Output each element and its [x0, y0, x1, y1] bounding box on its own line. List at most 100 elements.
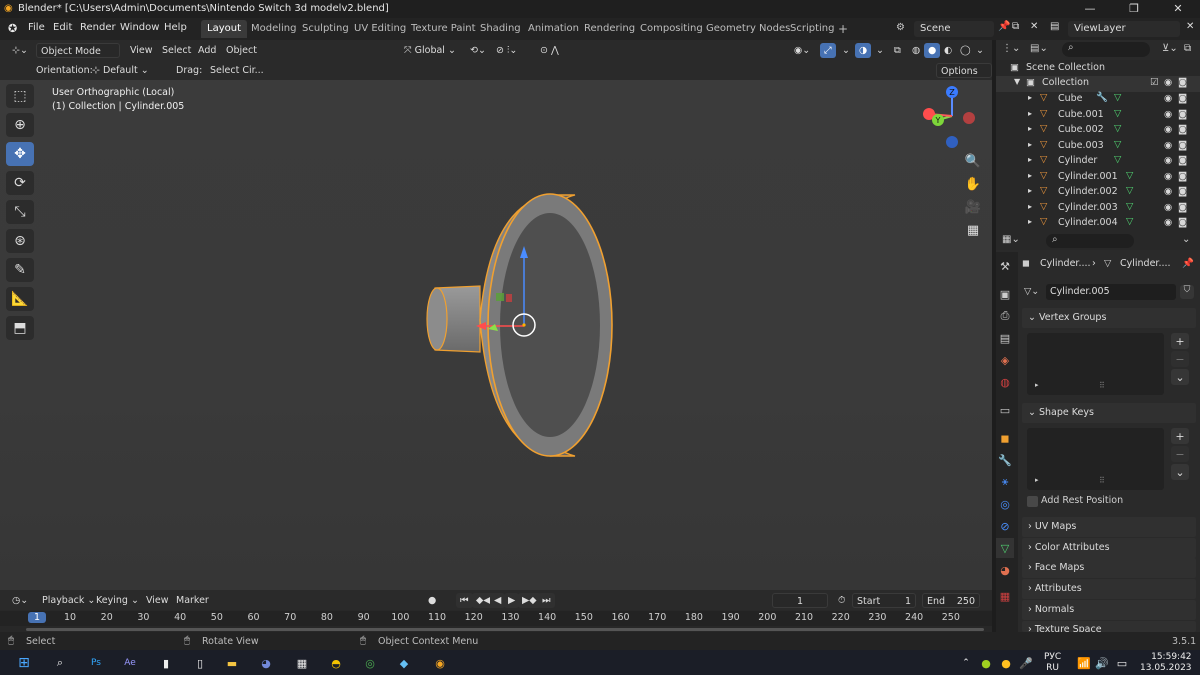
- search-icon[interactable]: ⌕: [50, 653, 70, 673]
- outliner-row-object[interactable]: ▸ ▽ Cube 🔧 ▽ ◉ ◙: [996, 92, 1200, 108]
- normals-panel-header[interactable]: › Normals: [1022, 600, 1196, 620]
- collection-tab-icon[interactable]: ▭: [996, 400, 1014, 420]
- vertex-group-menu-icon[interactable]: ⌄: [1171, 369, 1189, 385]
- render-icon[interactable]: ◙: [1178, 109, 1187, 120]
- wifi-icon[interactable]: 📶: [1074, 653, 1094, 673]
- orientation-selector[interactable]: ⊹ Default ⌄: [88, 63, 162, 78]
- expand-icon[interactable]: ▼: [1014, 77, 1020, 86]
- battery-icon[interactable]: ▭: [1112, 653, 1132, 673]
- pin-icon[interactable]: 📌: [998, 21, 1010, 32]
- visibility-icon[interactable]: ◉: [1164, 186, 1172, 197]
- outliner-row-scene-collection[interactable]: ▣ Scene Collection: [996, 61, 1200, 77]
- language-indicator[interactable]: РУС RU: [1044, 652, 1061, 674]
- render-icon[interactable]: ◙: [1178, 124, 1187, 135]
- outliner-editor-icon[interactable]: ⋮⌄: [1002, 43, 1020, 54]
- visibility-icon[interactable]: ◉: [1164, 171, 1172, 182]
- cpu-icon[interactable]: ▦: [292, 653, 312, 673]
- transform-tool-icon[interactable]: ⊛: [6, 229, 34, 253]
- after-effects-icon[interactable]: Ae: [120, 653, 140, 673]
- outliner-row-object[interactable]: ▸ ▽ Cylinder.004 ▽ ◉ ◙: [996, 216, 1200, 232]
- timeline-scrollbar[interactable]: [26, 628, 984, 631]
- modifier-tab-icon[interactable]: 🔧: [996, 450, 1014, 470]
- expand-icon[interactable]: ▸: [1028, 186, 1032, 195]
- photoshop-icon[interactable]: Ps: [86, 653, 106, 673]
- ortho-toggle-icon[interactable]: ▦: [962, 219, 984, 241]
- outliner-row-object[interactable]: ▸ ▽ Cylinder.003 ▽ ◉ ◙: [996, 201, 1200, 217]
- snap-icon[interactable]: ⊘ ⫶⌄: [492, 43, 521, 58]
- new-collection-icon[interactable]: ⧉: [1184, 43, 1191, 54]
- xray-icon[interactable]: ⧉: [890, 43, 905, 58]
- tray-app-icon[interactable]: ●: [976, 653, 996, 673]
- record-icon[interactable]: ●: [424, 593, 440, 608]
- object-tab-icon[interactable]: ◼: [996, 428, 1014, 448]
- maximize-button[interactable]: ❐: [1112, 0, 1156, 18]
- material-tab-icon[interactable]: ◕: [996, 560, 1014, 580]
- shape-keys-panel-header[interactable]: ⌄ Shape Keys: [1022, 403, 1196, 423]
- steam-icon[interactable]: ◆: [394, 653, 414, 673]
- outliner-row-object[interactable]: ▸ ▽ Cylinder.001 ▽ ◉ ◙: [996, 170, 1200, 186]
- add-cube-tool-icon[interactable]: ⬒: [6, 316, 34, 340]
- view-layer-tab-icon[interactable]: ▤: [996, 328, 1014, 348]
- gizmo-dropdown-icon[interactable]: ⌄: [838, 43, 854, 58]
- tab-animation[interactable]: Animation: [522, 20, 585, 38]
- close-button[interactable]: ✕: [1156, 0, 1200, 18]
- timeline-editor-icon[interactable]: ◷⌄: [8, 593, 32, 608]
- current-frame-field[interactable]: 1: [772, 593, 828, 608]
- cylinder-object[interactable]: [400, 180, 640, 480]
- physics-tab-icon[interactable]: ◎: [996, 494, 1014, 514]
- visibility-icon[interactable]: ◉: [1164, 93, 1172, 104]
- tray-app2-icon[interactable]: ●: [996, 653, 1016, 673]
- jump-end-icon[interactable]: ⏭: [538, 593, 555, 608]
- texture-space-panel-header[interactable]: › Texture Space: [1022, 621, 1196, 632]
- zoom-icon[interactable]: 🔍: [962, 150, 984, 172]
- windows-start-icon[interactable]: ⊞: [14, 653, 34, 673]
- minimize-button[interactable]: —: [1068, 0, 1112, 18]
- visibility-icon[interactable]: ◉: [1164, 155, 1172, 166]
- menu-render[interactable]: Render: [80, 22, 116, 33]
- filter-icon[interactable]: ⊻⌄: [1162, 43, 1178, 54]
- overlay-dropdown-icon[interactable]: ⌄: [872, 43, 888, 58]
- list-resize-handle[interactable]: ⠿: [1099, 381, 1105, 390]
- chrome-icon[interactable]: ◎: [360, 653, 380, 673]
- display-mode-icon[interactable]: ▤⌄: [1030, 43, 1048, 54]
- properties-editor-icon[interactable]: ▦⌄: [1002, 234, 1020, 245]
- solid-shading-icon[interactable]: ●: [924, 43, 941, 58]
- expand-icon[interactable]: ▸: [1028, 217, 1032, 226]
- uv-maps-panel-header[interactable]: › UV Maps: [1022, 517, 1196, 537]
- pan-icon[interactable]: ✋: [962, 173, 984, 195]
- menu-object[interactable]: Object: [222, 43, 261, 58]
- face-maps-panel-header[interactable]: › Face Maps: [1022, 558, 1196, 578]
- clock[interactable]: 15:59:42 13.05.2023: [1140, 652, 1192, 674]
- navigation-gizmo[interactable]: Z Y: [920, 84, 986, 150]
- menu-timeline-view[interactable]: View: [142, 593, 173, 608]
- properties-options-icon[interactable]: ⌄: [1182, 234, 1190, 245]
- mode-selector[interactable]: Object Mode: [36, 43, 120, 58]
- tab-compositing[interactable]: Compositing: [634, 20, 709, 38]
- material-shading-icon[interactable]: ◐: [940, 43, 956, 58]
- menu-help[interactable]: Help: [164, 22, 187, 33]
- document-icon[interactable]: ▯: [190, 653, 210, 673]
- stopwatch-icon[interactable]: ⏱: [834, 593, 849, 608]
- properties-search[interactable]: ⌕: [1046, 234, 1134, 248]
- menu-playback[interactable]: Playback ⌄: [38, 593, 99, 608]
- menu-edit[interactable]: Edit: [53, 22, 72, 33]
- visibility-icon[interactable]: ◉: [1164, 140, 1172, 151]
- attributes-panel-header[interactable]: › Attributes: [1022, 579, 1196, 599]
- expand-icon[interactable]: ▸: [1028, 93, 1032, 102]
- render-tab-icon[interactable]: ▣: [996, 284, 1014, 304]
- outliner-row-object[interactable]: ▸ ▽ Cylinder.002 ▽ ◉ ◙: [996, 185, 1200, 201]
- outliner-row-object[interactable]: ▸ ▽ Cube.001 ▽ ◉ ◙: [996, 108, 1200, 124]
- menu-marker[interactable]: Marker: [172, 593, 213, 608]
- scene-tab-icon[interactable]: ◈: [996, 350, 1014, 370]
- tab-rendering[interactable]: Rendering: [578, 20, 641, 38]
- expand-icon[interactable]: ▸: [1028, 155, 1032, 164]
- overlay-toggle-icon[interactable]: ◑: [855, 43, 872, 58]
- remove-shape-key-button[interactable]: −: [1171, 446, 1189, 462]
- menu-view[interactable]: View: [126, 43, 157, 58]
- tab-layout[interactable]: Layout: [201, 20, 247, 38]
- app-icon[interactable]: ◓: [326, 653, 346, 673]
- end-frame-field[interactable]: End 250: [922, 593, 980, 608]
- expand-icon[interactable]: ▸: [1028, 124, 1032, 133]
- volume-icon[interactable]: 🔊: [1092, 653, 1112, 673]
- expand-icon[interactable]: ▸: [1028, 202, 1032, 211]
